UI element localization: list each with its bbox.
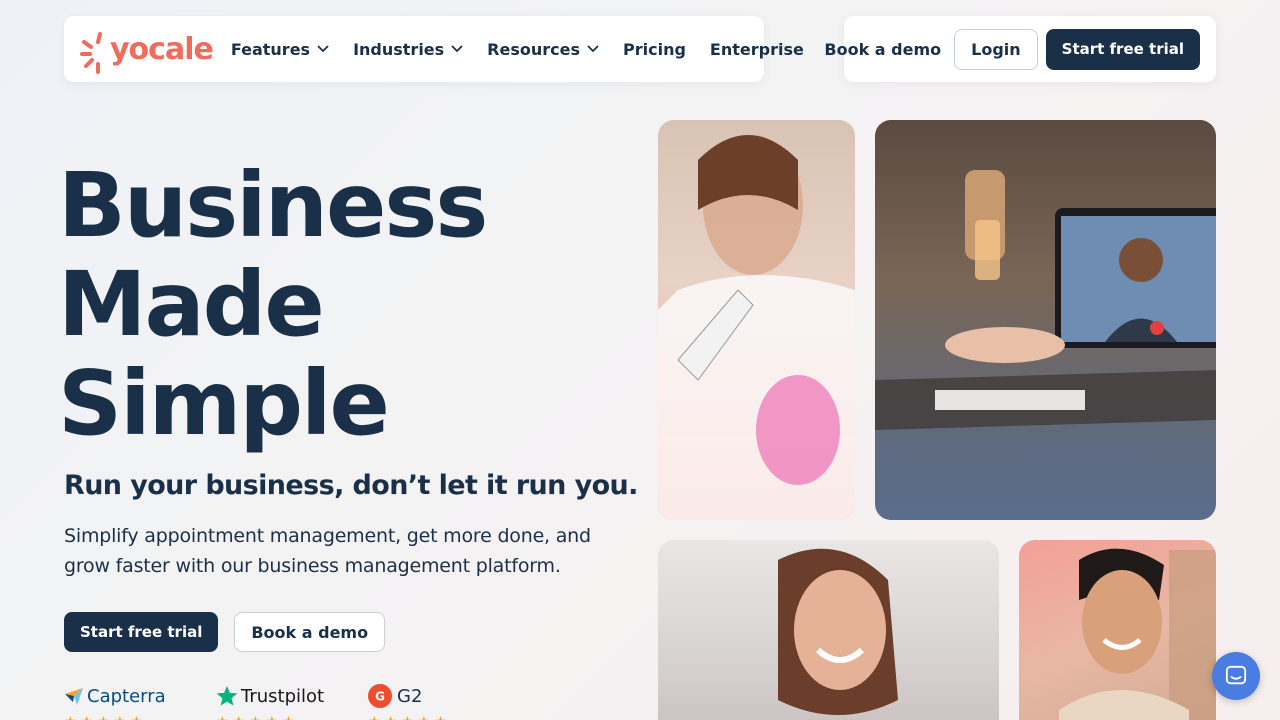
g2-label: G2: [397, 685, 423, 707]
hero-cta-group: Start free trial Book a demo: [64, 612, 393, 652]
nav-pricing-label: Pricing: [623, 39, 686, 59]
rating-g2[interactable]: G G2 ★★★★★: [368, 684, 520, 720]
trustpilot-label: Trustpilot: [241, 685, 325, 707]
chevron-down-icon: [317, 45, 329, 53]
hero-paragraph: Simplify appointment management, get mor…: [64, 525, 591, 577]
hero-title-line-3: Simple: [58, 351, 390, 455]
hero-title-line-2: Made: [58, 252, 325, 356]
review-ratings: Capterra ★★★★★ Trustpilot ★★★★★ G G2 ★★★…: [64, 684, 520, 720]
chevron-down-icon: [451, 45, 463, 53]
nav-resources-label: Resources: [487, 39, 580, 59]
rating-trustpilot[interactable]: Trustpilot ★★★★★: [216, 684, 368, 720]
nav-enterprise-label: Enterprise: [709, 39, 804, 59]
nav-industries-label: Industries: [353, 39, 445, 59]
photo-smiling-man: [1019, 540, 1216, 720]
yocale-logo[interactable]: yocale: [80, 24, 214, 74]
g2-stars: ★★★★★: [368, 714, 520, 720]
trustpilot-star-icon: [216, 685, 238, 706]
chat-launcher-button[interactable]: [1212, 652, 1260, 700]
capterra-icon: [65, 688, 83, 705]
nav-pricing[interactable]: Pricing: [623, 40, 686, 59]
book-demo-link[interactable]: Book a demo: [824, 40, 941, 59]
nav-resources[interactable]: Resources: [487, 40, 599, 59]
hero-title-line-1: Business: [58, 153, 488, 257]
nav-features-label: Features: [230, 39, 311, 59]
chevron-down-icon: [587, 45, 599, 53]
photo-video-consultation: [875, 120, 1216, 520]
book-demo-hero-button[interactable]: Book a demo: [234, 612, 386, 652]
svg-text:G: G: [375, 690, 385, 704]
capterra-label: Capterra: [87, 685, 166, 707]
logo-wordmark: yocale: [110, 31, 214, 67]
photo-esthetician: [658, 120, 855, 520]
chat-icon: [1225, 665, 1247, 685]
rating-capterra[interactable]: Capterra ★★★★★: [64, 684, 216, 720]
g2-icon: G: [368, 684, 392, 708]
start-trial-hero-button[interactable]: Start free trial: [64, 612, 219, 652]
capterra-stars: ★★★★★: [64, 714, 216, 720]
login-button[interactable]: Login: [954, 28, 1038, 70]
hero-title: Business Made Simple: [58, 153, 488, 455]
hero-subheading: Run your business, don’t let it run you.: [64, 470, 638, 501]
sun-logo-icon: [80, 32, 102, 74]
nav-features[interactable]: Features: [231, 40, 329, 59]
photo-smiling-woman: [658, 540, 999, 720]
main-nav: yocale Features Industries Resources Pri…: [64, 16, 804, 82]
account-nav: Book a demo Login Start free trial: [824, 16, 1216, 82]
trustpilot-stars: ★★★★★: [216, 714, 368, 720]
start-trial-nav-button[interactable]: Start free trial: [1045, 28, 1200, 70]
nav-enterprise[interactable]: Enterprise: [710, 40, 804, 59]
nav-industries[interactable]: Industries: [353, 40, 463, 59]
